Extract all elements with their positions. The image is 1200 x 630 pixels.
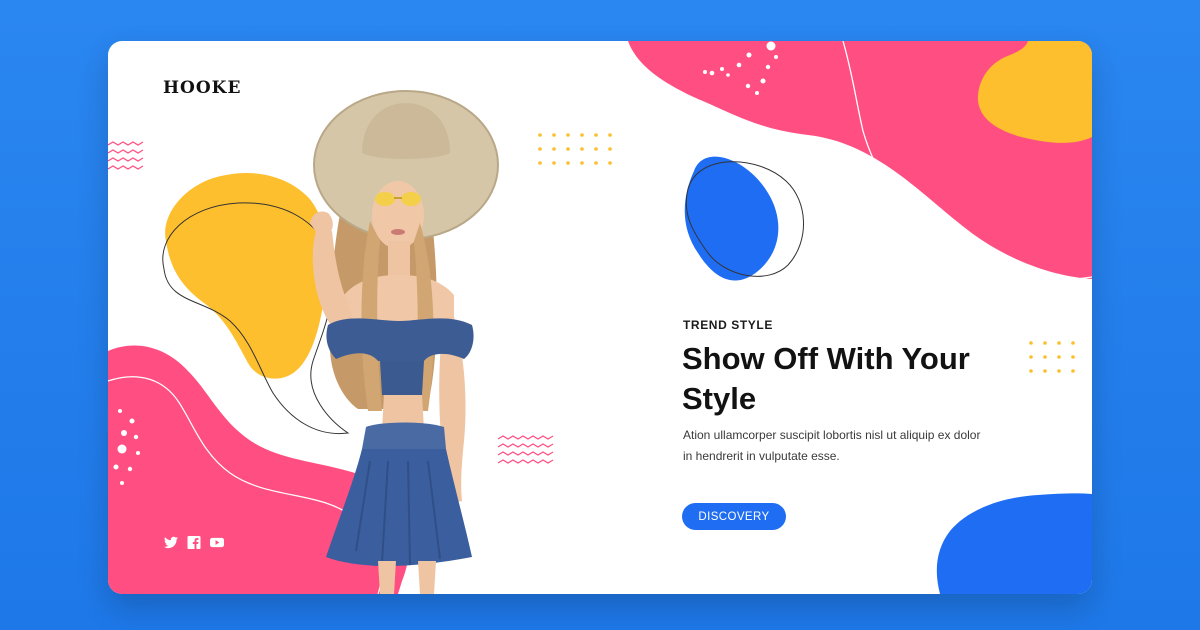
hero-card: HOOKE TREND STYLE Show Off With Your Sty…: [108, 41, 1092, 594]
youtube-icon[interactable]: [210, 536, 224, 549]
twitter-icon[interactable]: [164, 536, 178, 549]
zigzag-pattern-left: [108, 141, 144, 170]
hero-body: Ation ullamcorper suscipit lobortis nisl…: [683, 428, 981, 463]
social-links: [164, 536, 224, 549]
blue-blob-middle: [684, 156, 779, 281]
hero-eyebrow: TREND STYLE: [683, 318, 773, 332]
blue-blob-bottom-right: [936, 493, 1092, 594]
hero-headline: Show Off With Your Style: [682, 341, 970, 416]
decorative-background: [108, 41, 1092, 594]
dot-grid-top: [538, 133, 612, 165]
facebook-icon[interactable]: [187, 536, 201, 549]
model-photo: [310, 90, 499, 594]
brand-logo[interactable]: HOOKE: [163, 78, 241, 98]
dot-grid-right: [1029, 341, 1075, 373]
discovery-button[interactable]: DISCOVERY: [682, 503, 786, 530]
